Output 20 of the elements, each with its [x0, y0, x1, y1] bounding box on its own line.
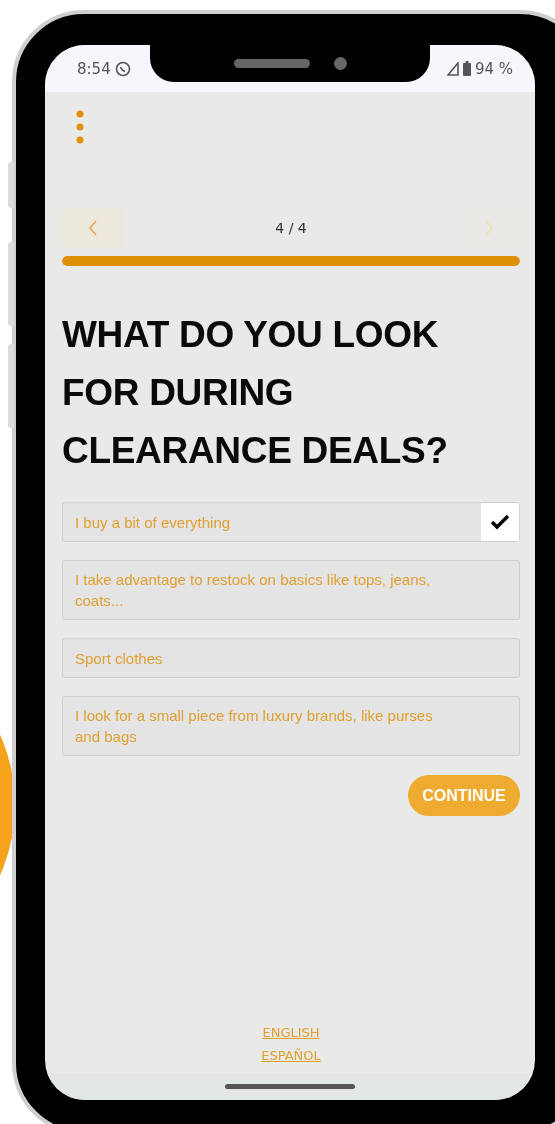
answer-option[interactable]: I buy a bit of everything — [62, 502, 520, 542]
continue-button[interactable]: CONTINUE — [408, 775, 520, 816]
answer-option[interactable]: I look for a small piece from luxury brands, like purses and bags — [62, 696, 520, 756]
more-menu-icon[interactable] — [76, 110, 84, 144]
battery-percent: 94 % — [474, 59, 513, 78]
language-link[interactable]: ENGLISH — [262, 1025, 320, 1040]
chevron-right-icon — [484, 220, 494, 236]
previous-button[interactable] — [62, 208, 124, 248]
status-time: 8:54 — [77, 59, 111, 78]
home-indicator[interactable] — [225, 1084, 355, 1089]
chevron-left-icon — [88, 220, 98, 236]
page-counter: 4 / 4 — [275, 220, 307, 236]
signal-icon — [446, 61, 459, 76]
language-link[interactable]: ESPAÑOL — [261, 1048, 321, 1063]
battery-icon — [462, 61, 471, 76]
answer-option[interactable]: Sport clothes — [62, 638, 520, 678]
question-title: WHAT DO YOU LOOK FOR DURING CLEARANCE DEALS? — [62, 313, 449, 473]
answer-option[interactable]: I take advantage to restock on basics like tops, jeans, coats... — [62, 560, 520, 620]
camera-dot — [333, 57, 347, 70]
check-icon — [490, 514, 510, 530]
